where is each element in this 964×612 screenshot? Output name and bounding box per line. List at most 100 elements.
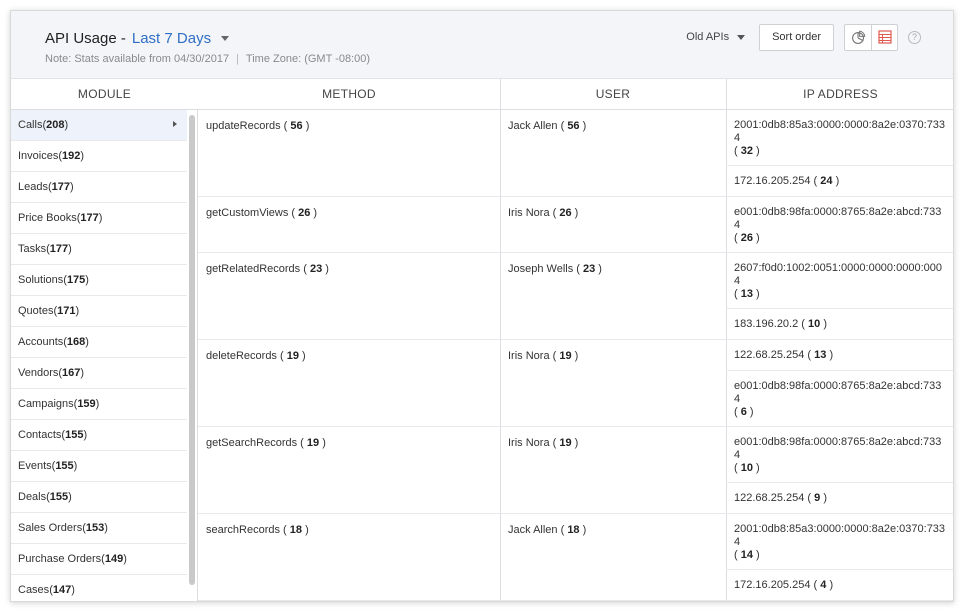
user-cell: Jack Allen ( 18 ) <box>508 524 587 536</box>
timezone-text: Time Zone: (GMT -08:00) <box>245 53 371 65</box>
method-cell: updateRecords ( 56 ) <box>206 120 310 132</box>
module-item[interactable]: Cases ( 147 ) <box>11 575 187 601</box>
ip-address: 172.16.205.254 <box>734 579 811 591</box>
module-count: 171 <box>57 305 76 317</box>
method-count: 26 <box>298 207 311 219</box>
ip-count: 14 <box>740 549 753 561</box>
module-count: 153 <box>85 522 105 534</box>
module-count: 175 <box>66 274 86 286</box>
user-count: 23 <box>583 263 596 275</box>
module-name: Contacts <box>18 429 62 441</box>
ip-address: e001:0db8:98fa:0000:8765:8a2e:abcd:7334 <box>734 436 942 461</box>
module-count: 167 <box>62 367 81 379</box>
ip-address: 172.16.205.254 <box>734 175 811 187</box>
sort-order-button[interactable]: Sort order <box>759 23 834 51</box>
table-row: deleteRecords ( 19 ) Iris Nora ( 19 ) 122.… <box>198 340 953 427</box>
ip-count: 10 <box>740 462 753 474</box>
user-column-header: USER <box>500 79 726 110</box>
user-name: Jack Allen <box>508 120 558 132</box>
method-count: 19 <box>306 437 320 449</box>
ip-address: 2001:0db8:85a3:0000:0000:8a2e:0370:7334 <box>734 523 946 548</box>
ip-cell: 2001:0db8:85a3:0000:0000:8a2e:0370:7334(… <box>726 514 953 601</box>
module-item[interactable]: Campaigns ( 159 ) <box>11 389 187 420</box>
user-cell: Jack Allen ( 56 ) <box>508 120 587 132</box>
module-list: Calls ( 208 ) Invoices ( 192 ) Leads ( 177… <box>11 110 187 601</box>
ip-count: 32 <box>740 145 753 157</box>
table-view-button[interactable] <box>871 24 897 50</box>
module-item[interactable]: Tasks ( 177 ) <box>11 234 187 265</box>
user-count: 19 <box>559 350 572 362</box>
table-row: searchRecords ( 18 ) Jack Allen ( 18 ) 200… <box>198 514 953 601</box>
table-icon <box>877 30 892 44</box>
method-name: deleteRecords <box>206 350 277 362</box>
table-row: getRelatedRecords ( 23 ) Joseph Wells ( 2… <box>198 253 953 340</box>
module-item[interactable]: Purchase Orders ( 149 ) <box>11 544 187 575</box>
module-item[interactable]: Deals ( 155 ) <box>11 482 187 513</box>
ip-address: 2001:0db8:85a3:0000:0000:8a2e:0370:7334 <box>734 119 946 144</box>
ip-entry: 2001:0db8:85a3:0000:0000:8a2e:0370:7334(… <box>726 514 953 570</box>
chevron-right-icon <box>173 121 177 127</box>
table-rows: updateRecords ( 56 ) Jack Allen ( 56 ) 200… <box>198 110 953 601</box>
user-name: Jack Allen <box>508 524 558 536</box>
ip-cell: 2001:0db8:85a3:0000:0000:8a2e:0370:7334(… <box>726 110 953 197</box>
module-name: Price Books <box>18 212 77 224</box>
module-item[interactable]: Calls ( 208 ) <box>11 110 187 141</box>
chart-view-button[interactable] <box>845 25 871 50</box>
ip-address: 122.68.25.254 <box>734 492 805 504</box>
module-item[interactable]: Events ( 155 ) <box>11 451 187 482</box>
pie-chart-icon <box>851 30 865 44</box>
module-count: 168 <box>66 336 86 348</box>
user-cell: Iris Nora ( 19 ) <box>508 437 579 449</box>
period-selector[interactable]: Last 7 Days <box>132 30 211 47</box>
method-name: getSearchRecords <box>206 437 298 449</box>
user-cell: Joseph Wells ( 23 ) <box>508 263 602 275</box>
module-item[interactable]: Sales Orders ( 153 ) <box>11 513 187 544</box>
view-toggle <box>844 23 898 51</box>
module-count: 155 <box>49 491 69 503</box>
module-item[interactable]: Leads ( 177 ) <box>11 172 187 203</box>
module-name: Tasks <box>18 243 47 255</box>
module-name: Deals <box>18 491 47 503</box>
method-cell: getCustomViews ( 26 ) <box>206 207 318 219</box>
module-name: Solutions <box>18 274 64 286</box>
module-count: 155 <box>65 429 84 441</box>
help-icon[interactable]: ? <box>908 30 921 44</box>
module-item[interactable]: Invoices ( 192 ) <box>11 141 187 172</box>
module-count: 159 <box>77 398 96 410</box>
ip-entry: e001:0db8:98fa:0000:8765:8a2e:abcd:7334(… <box>734 206 942 244</box>
api-usage-panel: API Usage - Last 7 Days Note: Stats avai… <box>10 10 954 602</box>
module-name: Events <box>18 460 52 472</box>
method-name: getCustomViews <box>206 207 289 219</box>
ip-count: 9 <box>814 492 821 504</box>
module-item[interactable]: Quotes ( 171 ) <box>11 296 187 327</box>
module-count: 149 <box>104 553 124 565</box>
method-count: 18 <box>289 524 303 536</box>
method-name: updateRecords <box>206 120 281 132</box>
method-cell: getRelatedRecords ( 23 ) <box>206 263 329 275</box>
ip-count: 6 <box>740 406 747 418</box>
user-cell: Iris Nora ( 19 ) <box>508 350 579 362</box>
page-title: API Usage - <box>45 29 126 47</box>
module-item[interactable]: Accounts ( 168 ) <box>11 327 187 358</box>
module-name: Vendors <box>18 367 59 379</box>
module-name: Leads <box>18 181 48 193</box>
chevron-down-icon[interactable] <box>221 35 230 41</box>
ip-cell: 122.68.25.254 ( 13 ) e001:0db8:98fa:0000:… <box>726 340 953 427</box>
method-cell: deleteRecords ( 19 ) <box>206 350 306 362</box>
module-item[interactable]: Contacts ( 155 ) <box>11 420 187 451</box>
method-count: 23 <box>309 263 323 275</box>
header-controls: Old APIs Sort order ? <box>686 23 921 51</box>
method-cell: searchRecords ( 18 ) <box>206 524 309 536</box>
module-panel: MODULE Calls ( 208 ) Invoices ( 192 ) Lead… <box>11 79 198 601</box>
module-count: 208 <box>46 119 65 131</box>
module-name: Campaigns <box>18 398 74 410</box>
module-item[interactable]: Price Books ( 177 ) <box>11 203 187 234</box>
module-name: Calls <box>18 119 43 131</box>
module-item[interactable]: Solutions ( 175 ) <box>11 265 187 296</box>
module-name: Accounts <box>18 336 64 348</box>
module-item[interactable]: Vendors ( 167 ) <box>11 358 187 389</box>
module-scrollbar[interactable] <box>189 115 195 585</box>
module-count: 155 <box>55 460 74 472</box>
old-apis-dropdown[interactable]: Old APIs <box>686 31 746 43</box>
table-row: getCustomViews ( 26 ) Iris Nora ( 26 ) e00… <box>198 197 953 253</box>
